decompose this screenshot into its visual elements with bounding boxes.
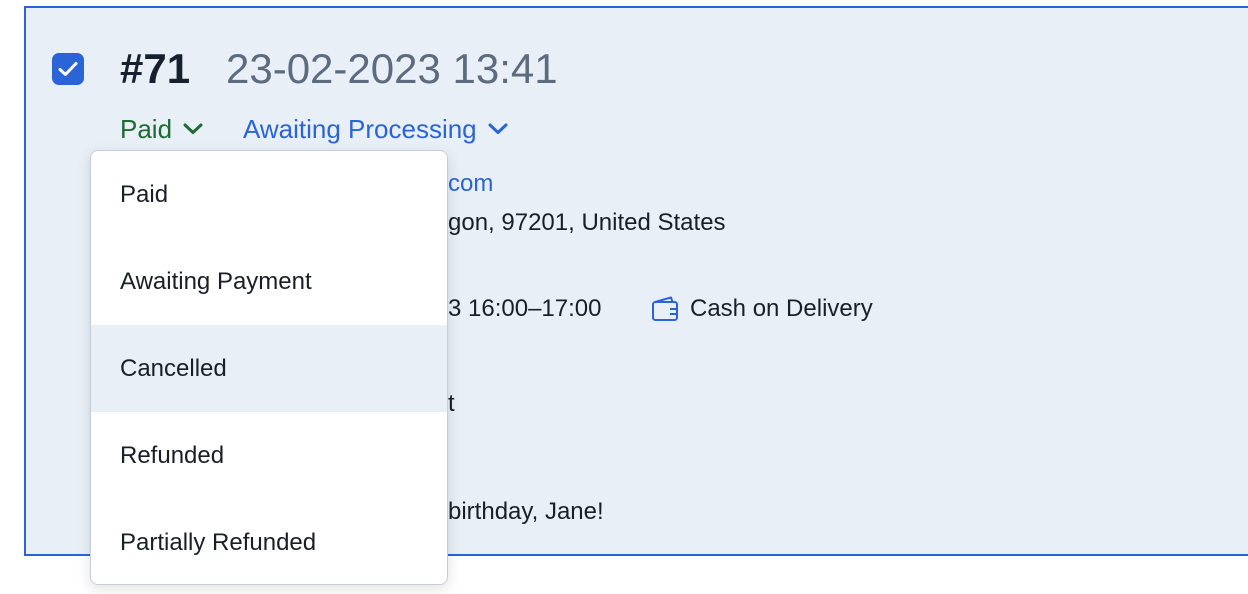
- wallet-icon: [652, 296, 678, 321]
- payment-status-dropdown[interactable]: Paid: [120, 112, 204, 146]
- delivery-time: 3 16:00–17:00: [448, 295, 602, 322]
- order-detail-fragment: t: [448, 390, 455, 417]
- chevron-down-icon: [183, 123, 203, 134]
- menu-item-paid[interactable]: Paid: [91, 151, 447, 238]
- payment-status-label: Paid: [120, 114, 173, 144]
- shipping-address: gon, 97201, United States: [448, 209, 726, 236]
- customer-email-link[interactable]: com: [448, 169, 493, 199]
- menu-item-awaiting-payment[interactable]: Awaiting Payment: [91, 238, 447, 325]
- order-number: #71: [120, 45, 191, 92]
- order-note: birthday, Jane!: [448, 498, 604, 525]
- order-datetime: 23-02-2023 13:41: [226, 45, 558, 92]
- menu-item-partially-refunded[interactable]: Partially Refunded: [91, 499, 447, 584]
- menu-item-refunded[interactable]: Refunded: [91, 412, 447, 499]
- fulfillment-status-label: Awaiting Processing: [243, 114, 477, 144]
- checkmark-icon: [58, 62, 78, 76]
- menu-item-cancelled[interactable]: Cancelled: [91, 325, 447, 412]
- order-select-checkbox[interactable]: [52, 53, 84, 85]
- payment-method: Cash on Delivery: [690, 295, 873, 322]
- payment-status-menu: Paid Awaiting Payment Cancelled Refunded…: [90, 150, 448, 585]
- fulfillment-status-dropdown[interactable]: Awaiting Processing: [243, 112, 509, 146]
- chevron-down-icon: [488, 123, 508, 134]
